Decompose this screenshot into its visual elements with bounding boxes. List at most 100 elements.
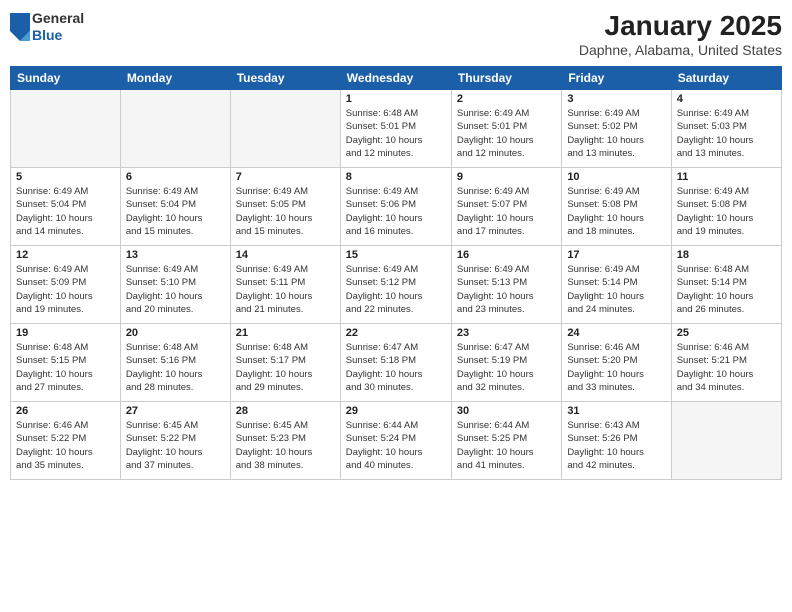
day-info-line: Sunset: 5:17 PM [236,355,306,366]
logo-blue: Blue [32,27,84,44]
day-number: 26 [16,405,115,417]
day-info-line: Sunrise: 6:49 AM [457,108,529,119]
calendar-cell: 12Sunrise: 6:49 AMSunset: 5:09 PMDayligh… [11,246,121,324]
day-info-line: Sunset: 5:01 PM [346,121,416,132]
day-info-line: Sunrise: 6:47 AM [457,342,529,353]
day-info: Sunrise: 6:45 AMSunset: 5:23 PMDaylight:… [236,419,335,472]
day-info-line: Sunset: 5:01 PM [457,121,527,132]
day-info-line: and 12 minutes. [457,148,525,159]
day-info-line: Daylight: 10 hours [677,135,754,146]
calendar-cell: 10Sunrise: 6:49 AMSunset: 5:08 PMDayligh… [562,168,671,246]
day-info-line: Sunrise: 6:45 AM [236,420,308,431]
calendar-cell: 31Sunrise: 6:43 AMSunset: 5:26 PMDayligh… [562,402,671,480]
day-info-line: and 42 minutes. [567,460,635,471]
day-info: Sunrise: 6:44 AMSunset: 5:24 PMDaylight:… [346,419,446,472]
day-info-line: Sunrise: 6:49 AM [16,264,88,275]
day-info-line: Sunset: 5:22 PM [16,433,86,444]
day-info: Sunrise: 6:48 AMSunset: 5:15 PMDaylight:… [16,341,115,394]
calendar-cell: 24Sunrise: 6:46 AMSunset: 5:20 PMDayligh… [562,324,671,402]
calendar-cell: 30 Sunrise: 6:44 AMSunset: 5:25 PMDayligh… [451,402,561,480]
calendar-header-cell: Tuesday [230,67,340,90]
header: General Blue January 2025 Daphne, Alabam… [10,10,782,58]
day-info: Sunrise: 6:49 AMSunset: 5:14 PMDaylight:… [567,263,665,316]
day-info-line: Daylight: 10 hours [346,135,423,146]
calendar-cell: 23Sunrise: 6:47 AMSunset: 5:19 PMDayligh… [451,324,561,402]
day-number: 1 [346,93,446,105]
day-info-line: Daylight: 10 hours [457,291,534,302]
day-info-line: and 27 minutes. [16,382,84,393]
day-info-line: Daylight: 10 hours [346,291,423,302]
day-info-line: Sunset: 5:16 PM [126,355,196,366]
calendar-cell: 22 Sunrise: 6:47 AMSunset: 5:18 PMDayligh… [340,324,451,402]
day-info-line: Sunset: 5:05 PM [236,199,306,210]
day-number: 16 [457,249,556,261]
day-info-line: Daylight: 10 hours [567,447,644,458]
day-info-line: and 12 minutes. [346,148,414,159]
day-info-line: Sunset: 5:26 PM [567,433,637,444]
day-info-line: and 32 minutes. [457,382,525,393]
day-info-line: Daylight: 10 hours [126,213,203,224]
day-number: 20 [126,327,225,339]
day-info: Sunrise: 6:49 AMSunset: 5:10 PMDaylight:… [126,263,225,316]
day-info-line: Sunset: 5:07 PM [457,199,527,210]
day-info-line: Daylight: 10 hours [346,447,423,458]
day-info: Sunrise: 6:47 AMSunset: 5:19 PMDaylight:… [457,341,556,394]
day-number: 14 [236,249,335,261]
day-number: 22 [346,327,446,339]
logo-icon [10,13,30,41]
calendar-cell: 26Sunrise: 6:46 AMSunset: 5:22 PMDayligh… [11,402,121,480]
day-info-line: Sunset: 5:06 PM [346,199,416,210]
day-info-line: and 33 minutes. [567,382,635,393]
day-info: Sunrise: 6:44 AMSunset: 5:25 PMDaylight:… [457,419,556,472]
page: General Blue January 2025 Daphne, Alabam… [0,0,792,612]
calendar-cell: 3Sunrise: 6:49 AMSunset: 5:02 PMDaylight… [562,90,671,168]
day-number: 18 [677,249,776,261]
day-info-line: Daylight: 10 hours [567,213,644,224]
day-info-line: Daylight: 10 hours [457,213,534,224]
day-number: 25 [677,327,776,339]
day-info-line: Daylight: 10 hours [16,213,93,224]
day-info-line: Sunrise: 6:43 AM [567,420,639,431]
calendar-cell: 5Sunrise: 6:49 AMSunset: 5:04 PMDaylight… [11,168,121,246]
day-number: 30 [457,405,556,417]
day-number: 2 [457,93,556,105]
day-info-line: Daylight: 10 hours [236,447,313,458]
day-info: Sunrise: 6:49 AMSunset: 5:02 PMDaylight:… [567,107,665,160]
day-number: 5 [16,171,115,183]
day-number: 29 [346,405,446,417]
day-info-line: Daylight: 10 hours [567,291,644,302]
day-info-line: Sunrise: 6:49 AM [457,186,529,197]
day-info: Sunrise: 6:47 AMSunset: 5:18 PMDaylight:… [346,341,446,394]
day-info-line: Sunrise: 6:49 AM [126,186,198,197]
calendar-cell: 14 Sunrise: 6:49 AMSunset: 5:11 PMDayligh… [230,246,340,324]
day-info-line: Sunset: 5:12 PM [346,277,416,288]
day-number: 10 [567,171,665,183]
day-info-line: Sunrise: 6:48 AM [346,108,418,119]
logo-general: General [32,10,84,27]
day-info-line: and 26 minutes. [677,304,745,315]
week-row: 12Sunrise: 6:49 AMSunset: 5:09 PMDayligh… [11,246,782,324]
day-info-line: Sunset: 5:13 PM [457,277,527,288]
day-info: Sunrise: 6:46 AMSunset: 5:20 PMDaylight:… [567,341,665,394]
day-info-line: Daylight: 10 hours [16,369,93,380]
day-info-line: and 15 minutes. [236,226,304,237]
week-row: 26Sunrise: 6:46 AMSunset: 5:22 PMDayligh… [11,402,782,480]
day-info-line: Sunset: 5:08 PM [677,199,747,210]
day-info: Sunrise: 6:49 AMSunset: 5:11 PMDaylight:… [236,263,335,316]
day-info: Sunrise: 6:49 AMSunset: 5:03 PMDaylight:… [677,107,776,160]
day-info-line: Daylight: 10 hours [236,369,313,380]
calendar-cell: 6Sunrise: 6:49 AMSunset: 5:04 PMDaylight… [120,168,230,246]
calendar-cell: 17Sunrise: 6:49 AMSunset: 5:14 PMDayligh… [562,246,671,324]
day-number: 6 [126,171,225,183]
day-info-line: and 34 minutes. [677,382,745,393]
day-info-line: Daylight: 10 hours [677,213,754,224]
day-info-line: Sunset: 5:11 PM [236,277,306,288]
calendar-header-cell: Friday [562,67,671,90]
day-info-line: Sunset: 5:09 PM [16,277,86,288]
logo-text: General Blue [32,10,84,44]
day-info: Sunrise: 6:49 AMSunset: 5:06 PMDaylight:… [346,185,446,238]
day-number: 7 [236,171,335,183]
calendar-cell: 11Sunrise: 6:49 AMSunset: 5:08 PMDayligh… [671,168,781,246]
calendar-header-cell: Monday [120,67,230,90]
day-number: 8 [346,171,446,183]
